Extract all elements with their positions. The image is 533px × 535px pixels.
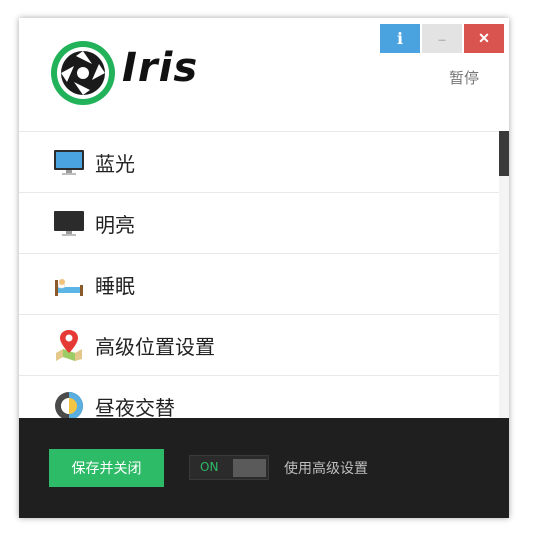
footer: 保存并关闭 ON 使用高级设置 xyxy=(19,418,509,518)
app-logo-text: Iris xyxy=(122,45,199,91)
close-button[interactable]: ✕ xyxy=(464,24,504,53)
monitor-icon xyxy=(54,150,84,175)
menu-list: 蓝光 明亮 睡眠 高级位置设置 昼夜交替 xyxy=(19,131,499,419)
toggle-knob[interactable] xyxy=(233,459,266,477)
menu-item-label: 明亮 xyxy=(95,212,135,237)
menu-item-label: 昼夜交替 xyxy=(95,395,175,420)
minimize-icon: – xyxy=(438,30,446,47)
minimize-button[interactable]: – xyxy=(422,24,462,53)
scrollbar-thumb[interactable] xyxy=(499,131,509,176)
scrollbar[interactable] xyxy=(499,131,509,418)
menu-item-label: 睡眠 xyxy=(95,273,135,298)
iris-logo-icon xyxy=(51,41,115,105)
advanced-settings-toggle[interactable]: ON xyxy=(189,455,269,480)
info-button[interactable]: i xyxy=(380,24,420,53)
bed-icon xyxy=(55,279,83,296)
day-night-icon xyxy=(55,392,83,419)
map-pin-icon xyxy=(56,330,82,361)
iris-window: Iris i – ✕ 暂停 蓝光 明亮 睡眠 高级位置设置 昼夜交替 保存并关闭… xyxy=(19,18,509,518)
info-icon: i xyxy=(396,29,404,48)
menu-item-label: 蓝光 xyxy=(95,151,135,176)
header: Iris i – ✕ 暂停 xyxy=(19,18,509,131)
menu-item-label: 高级位置设置 xyxy=(95,334,215,359)
menu-item-sleep[interactable]: 睡眠 xyxy=(19,254,499,315)
toggle-on-label: ON xyxy=(200,460,219,474)
save-and-close-button[interactable]: 保存并关闭 xyxy=(49,449,164,487)
menu-item-brightness[interactable]: 明亮 xyxy=(19,193,499,254)
pause-link[interactable]: 暂停 xyxy=(449,67,479,88)
advanced-settings-label: 使用高级设置 xyxy=(284,461,368,477)
menu-item-day-night[interactable]: 昼夜交替 xyxy=(19,376,499,419)
menu-item-blue-light[interactable]: 蓝光 xyxy=(19,132,499,193)
close-icon: ✕ xyxy=(478,30,490,46)
menu-item-advanced-location[interactable]: 高级位置设置 xyxy=(19,315,499,376)
monitor-icon xyxy=(54,211,84,236)
